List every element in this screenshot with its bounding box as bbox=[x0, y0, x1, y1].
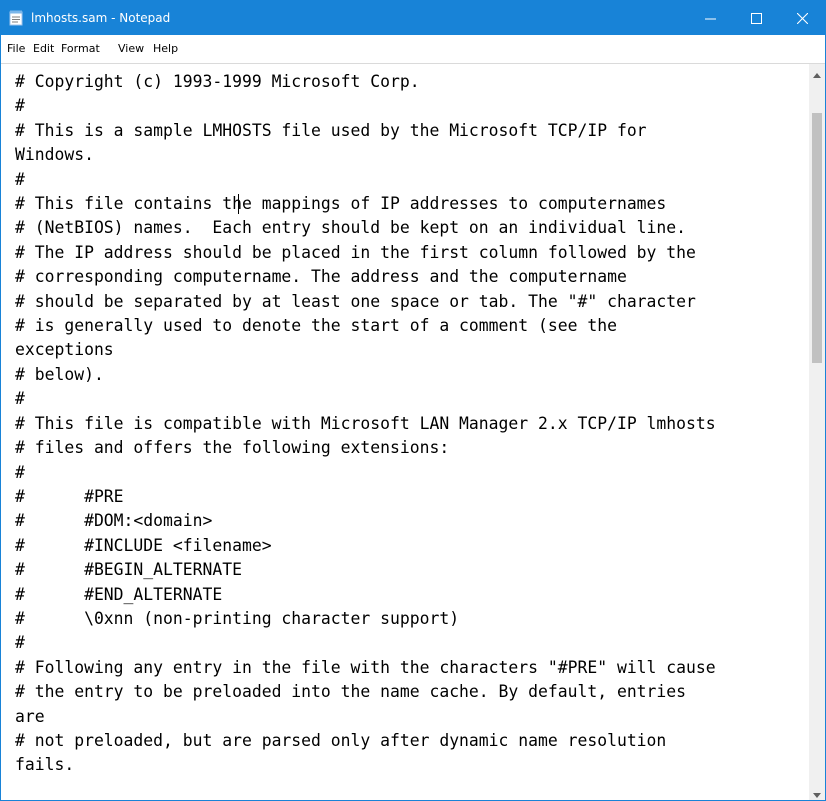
minimize-button[interactable] bbox=[687, 1, 733, 35]
menu-format[interactable]: Format bbox=[61, 35, 100, 63]
minimize-icon bbox=[704, 9, 716, 28]
menu-file[interactable]: File bbox=[7, 35, 25, 63]
scroll-down-button[interactable] bbox=[809, 783, 825, 800]
text-caret bbox=[238, 194, 239, 214]
menu-help[interactable]: Help bbox=[153, 35, 178, 63]
scrollbar-thumb[interactable] bbox=[812, 113, 822, 363]
editor-content[interactable]: # Copyright (c) 1993-1999 Microsoft Corp… bbox=[15, 70, 716, 778]
notepad-window: lmhosts.sam - Notepad File Edit Format V… bbox=[0, 0, 826, 801]
notepad-icon bbox=[9, 10, 23, 26]
close-button[interactable] bbox=[779, 1, 825, 35]
window-title: lmhosts.sam - Notepad bbox=[31, 11, 171, 25]
menu-edit[interactable]: Edit bbox=[33, 35, 54, 63]
arrow-up-icon bbox=[813, 63, 821, 82]
maximize-button[interactable] bbox=[733, 1, 779, 35]
menu-view[interactable]: View bbox=[118, 35, 144, 63]
vertical-scrollbar[interactable] bbox=[809, 64, 825, 800]
title-bar[interactable]: lmhosts.sam - Notepad bbox=[1, 1, 825, 35]
maximize-icon bbox=[750, 9, 762, 28]
menu-bar: File Edit Format View Help bbox=[1, 35, 825, 64]
arrow-down-icon bbox=[813, 783, 821, 800]
scroll-up-button[interactable] bbox=[809, 64, 825, 81]
close-icon bbox=[796, 9, 808, 28]
text-editor[interactable]: # Copyright (c) 1993-1999 Microsoft Corp… bbox=[1, 64, 809, 800]
